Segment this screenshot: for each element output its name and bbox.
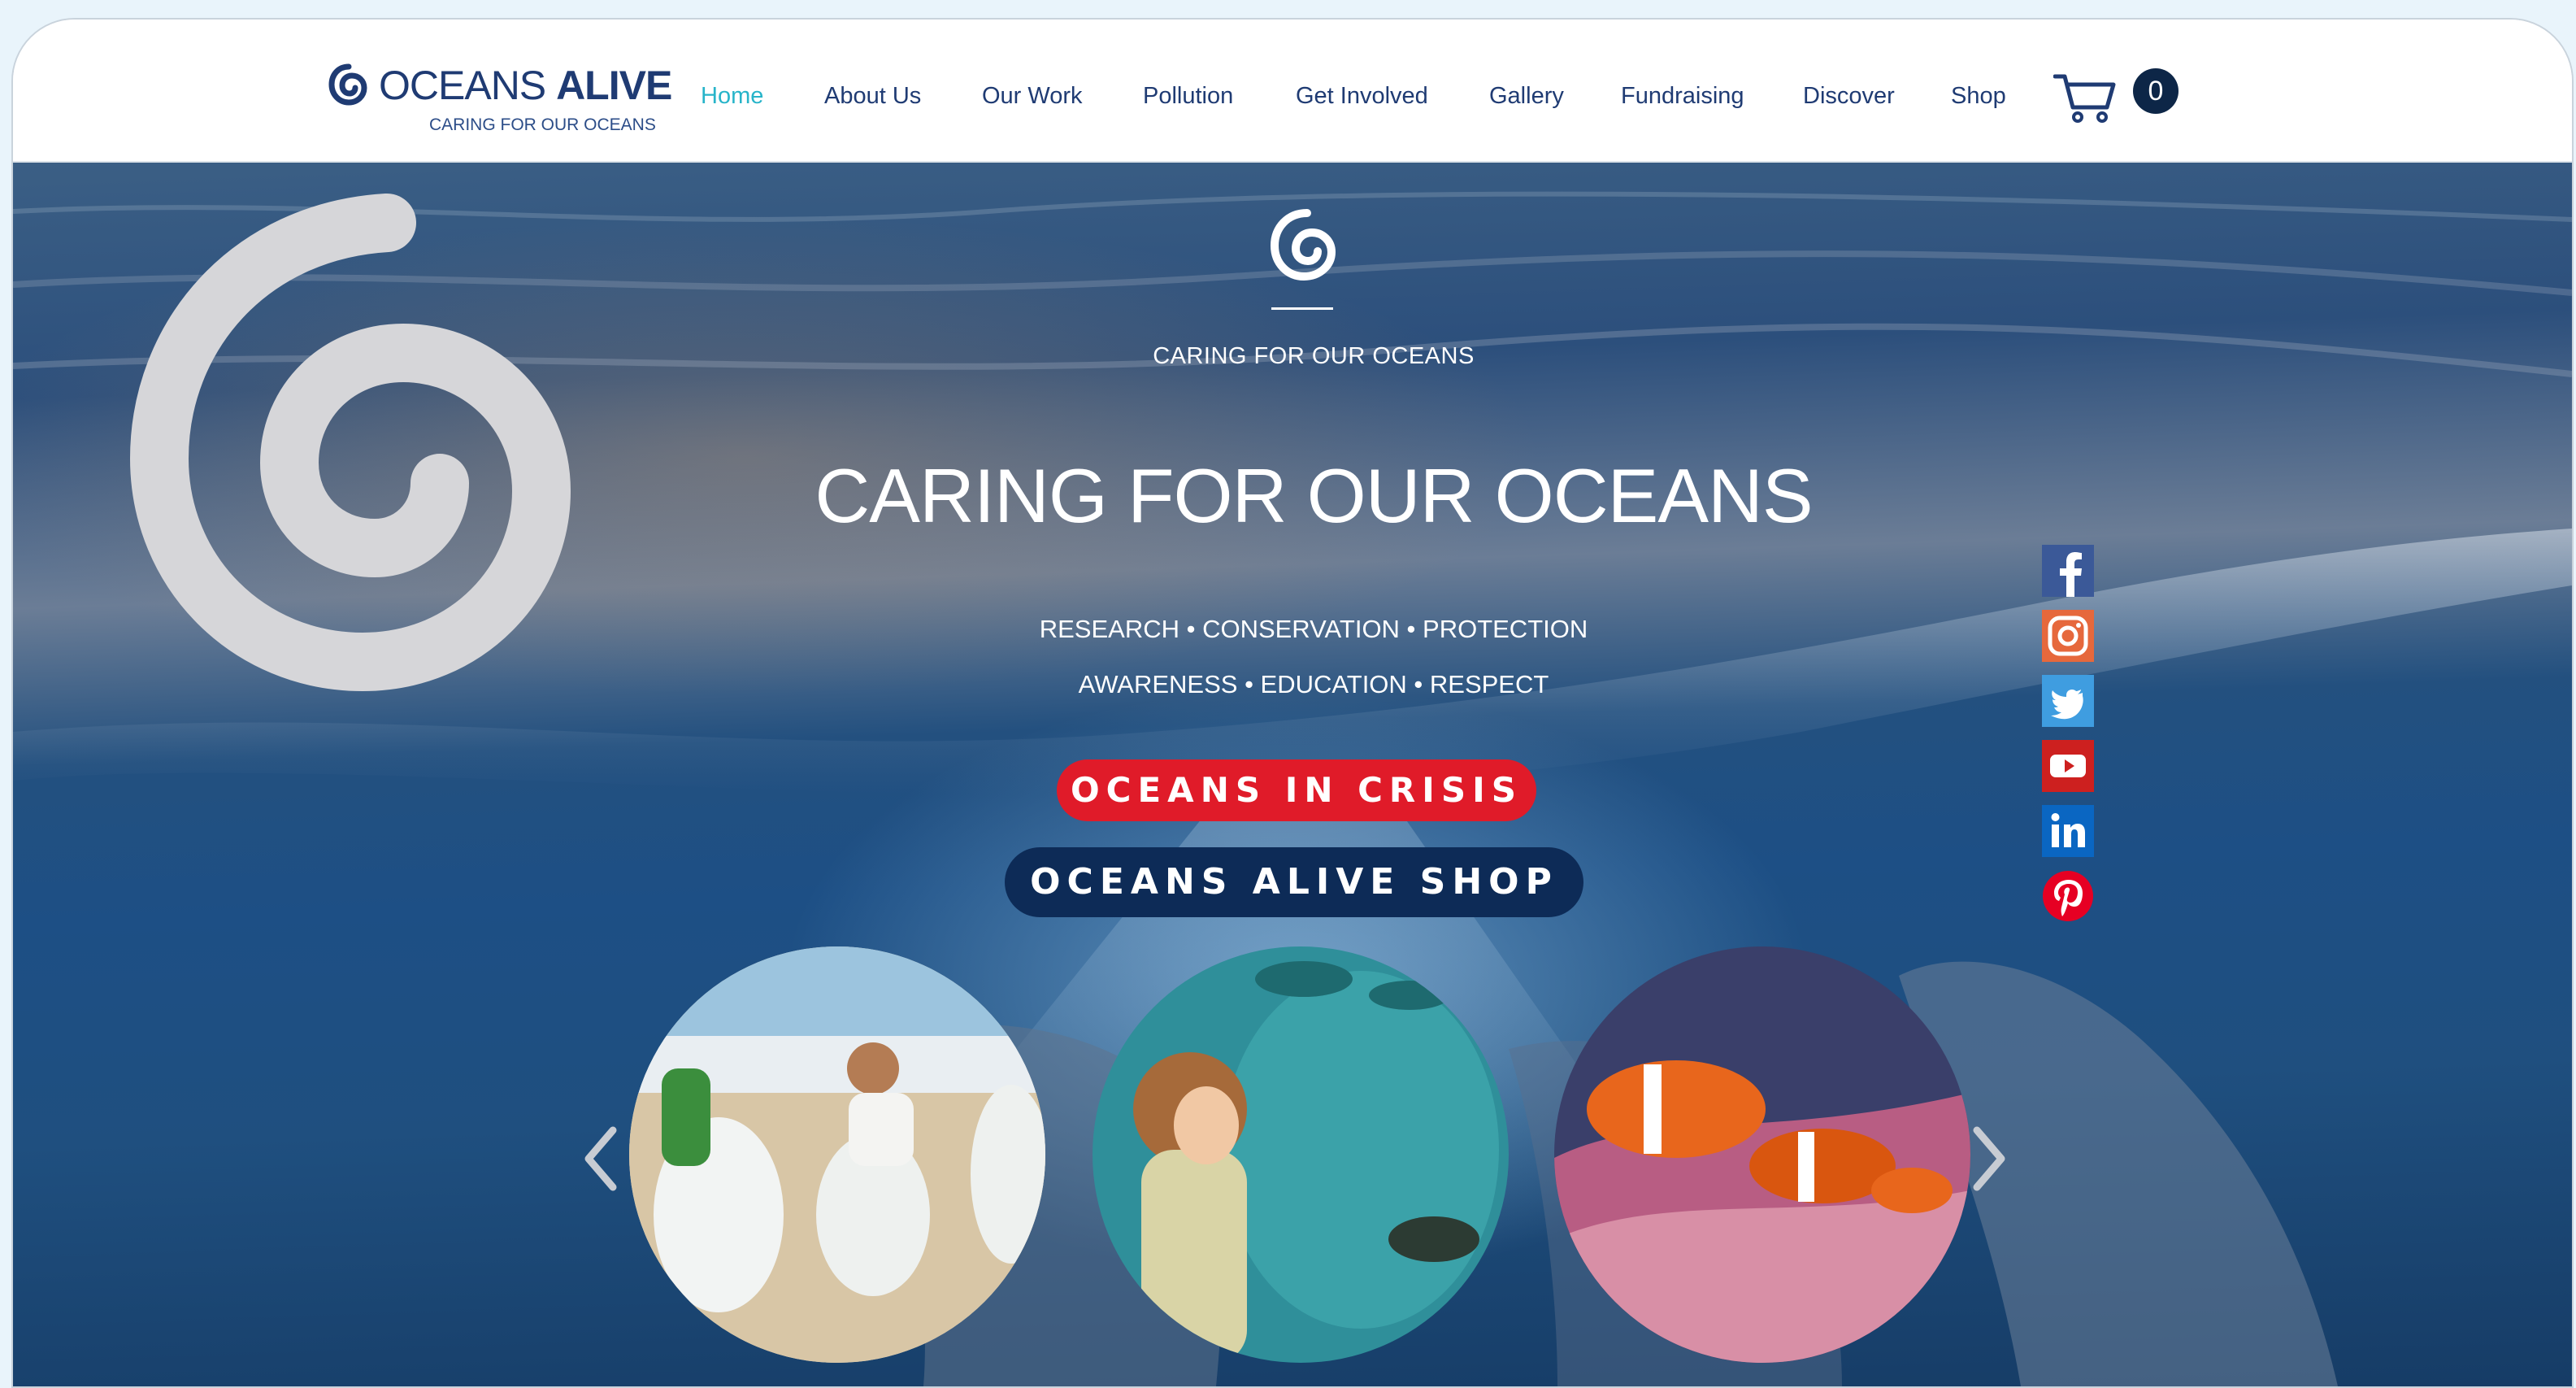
nav-gallery[interactable]: Gallery bbox=[1489, 83, 1564, 110]
beach-cleanup-photo[interactable] bbox=[629, 946, 1045, 1363]
oceans-alive-shop-button[interactable]: OCEANS ALIVE SHOP bbox=[1005, 847, 1583, 917]
small-spiral-icon bbox=[1270, 209, 1336, 281]
hero-values-line-2: AWARENESS • EDUCATION • RESPECT bbox=[1078, 670, 1549, 698]
browser-frame: OCEANS ALIVE CARING FOR OUR OCEANS Home … bbox=[11, 18, 2574, 1388]
aquarium-child-photo[interactable] bbox=[1093, 946, 1509, 1363]
logo-tagline: CARING FOR OUR OCEANS bbox=[429, 115, 656, 134]
nav-pollution[interactable]: Pollution bbox=[1143, 83, 1233, 110]
nav-get-involved[interactable]: Get Involved bbox=[1296, 83, 1428, 110]
oceans-in-crisis-button[interactable]: OCEANS IN CRISIS bbox=[1057, 759, 1536, 821]
twitter-icon[interactable] bbox=[2042, 675, 2094, 727]
hero-title: CARING FOR OUR OCEANS bbox=[815, 453, 1813, 538]
nav-fundraising[interactable]: Fundraising bbox=[1621, 83, 1744, 110]
logo-word-oceans: OCEANS bbox=[379, 63, 557, 108]
instagram-icon[interactable] bbox=[2042, 610, 2094, 662]
hero-section: CARING FOR OUR OCEANS CARING FOR OUR OCE… bbox=[13, 163, 2572, 1386]
youtube-icon[interactable] bbox=[2042, 740, 2094, 792]
logo-word-alive: ALIVE bbox=[556, 63, 672, 108]
site-logo[interactable]: OCEANS ALIVE CARING FOR OUR OCEANS bbox=[328, 62, 678, 161]
nav-shop[interactable]: Shop bbox=[1951, 83, 2006, 110]
tagline-divider bbox=[1271, 307, 1333, 310]
nav-our-work[interactable]: Our Work bbox=[982, 83, 1083, 110]
shopping-cart-icon bbox=[2053, 74, 2116, 123]
hero-values-line-1: RESEARCH • CONSERVATION • PROTECTION bbox=[1039, 615, 1588, 643]
pinterest-icon[interactable] bbox=[2042, 870, 2094, 922]
nav-home[interactable]: Home bbox=[701, 83, 763, 110]
cart-button[interactable]: 0 bbox=[2053, 63, 2182, 128]
cart-count-badge: 0 bbox=[2133, 68, 2179, 114]
linkedin-icon[interactable] bbox=[2042, 805, 2094, 857]
nav-about-us[interactable]: About Us bbox=[824, 83, 921, 110]
chevron-right-icon[interactable] bbox=[1964, 1122, 2013, 1195]
hero-small-tagline: CARING FOR OUR OCEANS bbox=[1153, 343, 1475, 369]
logo-wordmark: OCEANS ALIVE bbox=[379, 62, 672, 109]
logo-swirl-icon bbox=[328, 63, 367, 106]
site-header: OCEANS ALIVE CARING FOR OUR OCEANS Home … bbox=[13, 20, 2572, 163]
clownfish-anemone-photo[interactable] bbox=[1554, 946, 1970, 1363]
facebook-icon[interactable] bbox=[2042, 545, 2094, 597]
spiral-logo-icon bbox=[129, 194, 571, 692]
nav-discover[interactable]: Discover bbox=[1803, 83, 1895, 110]
chevron-left-icon[interactable] bbox=[577, 1122, 626, 1195]
